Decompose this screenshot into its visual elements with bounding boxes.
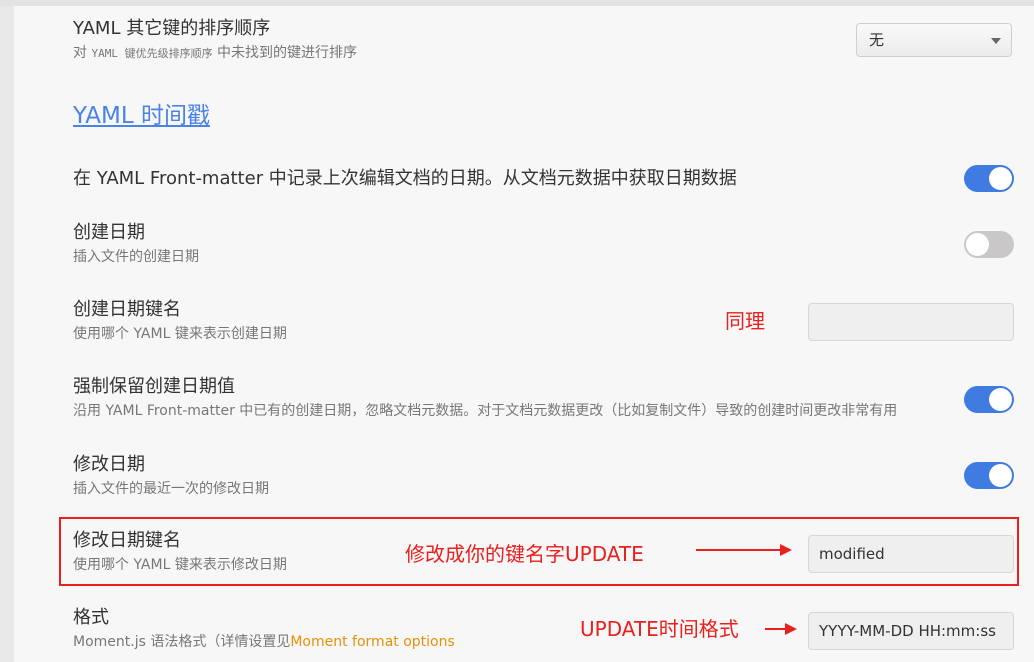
toggle-knob [989,167,1012,190]
section-heading-yaml-timestamp[interactable]: YAML 时间戳 [73,101,210,131]
sort-order-select[interactable]: 无 [856,23,1012,57]
format-input[interactable]: YYYY-MM-DD HH:mm:ss [808,612,1014,650]
desc-suffix: 中未找到的键进行排序 [217,45,358,61]
annotation-rename-key: 修改成你的键名字UPDATE [405,542,644,566]
setting-description: 沿用 YAML Front-matter 中已有的创建日期，忽略文档元数据。对于… [73,403,898,419]
setting-created-key: 创建日期键名 使用哪个 YAML 键来表示创建日期 [73,299,287,343]
created-date-toggle[interactable] [964,231,1014,258]
annotation-arrow [765,623,797,635]
setting-description: 插入文件的最近一次的修改日期 [73,481,269,497]
setting-modified-key: 修改日期键名 使用哪个 YAML 键来表示修改日期 [73,530,287,574]
setting-description: 插入文件的创建日期 [73,249,199,265]
setting-created-date: 创建日期 插入文件的创建日期 [73,222,199,266]
setting-title: 格式 [73,607,109,628]
desc-prefix: 对 [73,45,87,61]
setting-description: 使用哪个 YAML 键来表示修改日期 [73,557,287,573]
setting-description: 使用哪个 YAML 键来表示创建日期 [73,326,287,342]
record-last-edit-toggle[interactable] [964,165,1014,192]
desc-code: YAML 键优先级排序顺序 [91,47,213,60]
setting-title: 创建日期 [73,222,145,243]
setting-title: YAML 其它键的排序顺序 [73,18,271,39]
setting-title: 修改日期 [73,454,145,475]
toggle-knob [966,233,989,256]
setting-title: 强制保留创建日期值 [73,376,235,397]
created-key-input[interactable] [808,303,1014,341]
setting-keep-created: 强制保留创建日期值 沿用 YAML Front-matter 中已有的创建日期，… [73,376,897,420]
desc-prefix: Moment.js 语法格式（详情设置见 [73,634,291,650]
annotation-same: 同理 [725,309,765,333]
setting-description: 对 YAML 键优先级排序顺序 中未找到的键进行排序 [73,44,357,63]
toggle-knob [989,464,1012,487]
setting-format: 格式 Moment.js 语法格式（详情设置见Moment format opt… [73,607,455,651]
setting-description: Moment.js 语法格式（详情设置见Moment format option… [73,633,455,651]
moment-format-link[interactable]: Moment format options [290,634,454,650]
setting-title: 创建日期键名 [73,299,181,320]
chevron-down-icon [991,38,1001,44]
left-scroll-gutter [0,6,14,662]
top-edge [0,0,1034,6]
setting-title: 在 YAML Front-matter 中记录上次编辑文档的日期。从文档元数据中… [73,168,737,189]
setting-record-last-edit: 在 YAML Front-matter 中记录上次编辑文档的日期。从文档元数据中… [73,168,737,190]
modified-key-input[interactable]: modified [808,535,1014,573]
annotation-time-format: UPDATE时间格式 [580,617,739,641]
setting-sort-other-keys: YAML 其它键的排序顺序 对 YAML 键优先级排序顺序 中未找到的键进行排序 [73,18,357,63]
annotation-arrow [696,544,792,556]
modified-date-toggle[interactable] [964,462,1014,489]
select-value: 无 [869,31,885,49]
setting-title: 修改日期键名 [73,530,181,551]
keep-created-toggle[interactable] [964,386,1014,413]
setting-modified-date: 修改日期 插入文件的最近一次的修改日期 [73,454,269,498]
toggle-knob [989,388,1012,411]
